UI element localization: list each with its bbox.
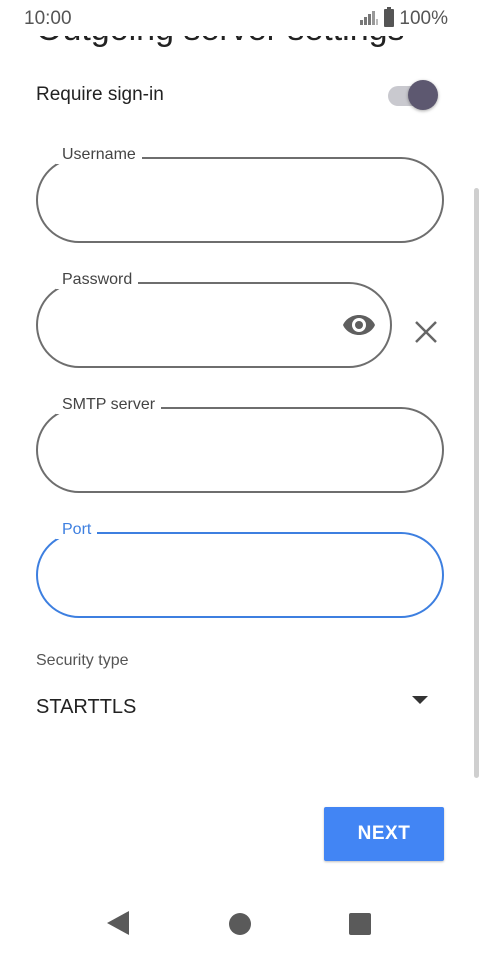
status-icons: 100% [359, 7, 448, 31]
dropdown-arrow-icon [412, 696, 428, 704]
smtp-server-field[interactable]: SMTP server [36, 396, 444, 493]
port-field[interactable]: Port [36, 521, 444, 618]
username-input[interactable] [60, 183, 360, 219]
require-signin-label: Require sign-in [36, 84, 164, 105]
security-type-dropdown[interactable]: STARTTLS [36, 688, 440, 728]
next-button[interactable]: NEXT [324, 807, 444, 861]
clear-password-icon[interactable] [410, 316, 442, 348]
username-field[interactable]: Username [36, 146, 444, 243]
show-password-icon[interactable] [342, 310, 376, 340]
recent-apps-icon[interactable] [349, 913, 371, 935]
require-signin-toggle[interactable] [408, 80, 438, 110]
password-input[interactable] [60, 308, 360, 344]
smtp-server-input[interactable] [60, 433, 360, 469]
scrollbar[interactable] [474, 188, 479, 778]
system-nav-bar [0, 880, 480, 960]
home-icon[interactable] [229, 913, 251, 935]
port-input[interactable] [60, 558, 360, 594]
battery-icon [383, 7, 395, 31]
username-label: Username [56, 146, 142, 164]
signal-icon [359, 9, 379, 29]
password-label: Password [56, 271, 139, 289]
battery-percent: 100% [399, 8, 448, 29]
security-type-value: STARTTLS [36, 696, 137, 718]
port-label: Port [56, 521, 98, 539]
back-icon[interactable] [106, 910, 130, 940]
require-signin-row[interactable]: Require sign-in [36, 78, 440, 114]
smtp-server-label: SMTP server [56, 396, 162, 414]
security-type-label: Security type [36, 652, 129, 669]
status-bar: 10:00 100% [0, 0, 480, 36]
password-field[interactable]: Password [36, 271, 392, 368]
status-time: 10:00 [24, 8, 72, 29]
